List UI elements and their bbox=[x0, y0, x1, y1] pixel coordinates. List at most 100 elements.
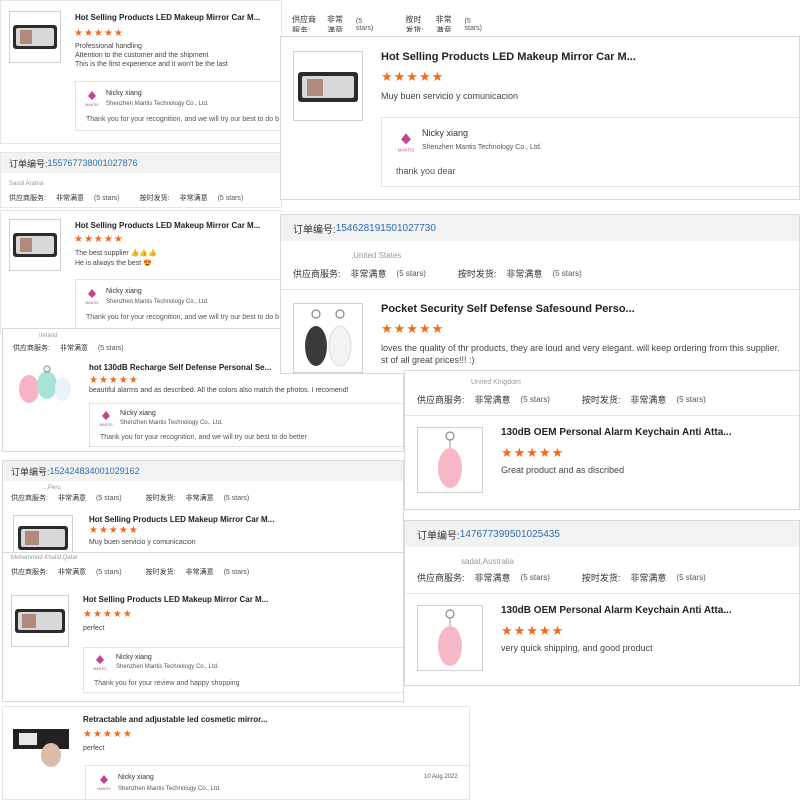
svg-text:MANTIS: MANTIS bbox=[99, 423, 113, 427]
product-title[interactable]: hot 130dB Recharge Self Defense Personal… bbox=[89, 363, 289, 372]
ship-value: 非常满意 bbox=[185, 569, 214, 576]
supplier-service-label: 供应商服务: bbox=[9, 195, 46, 202]
product-title[interactable]: 130dB OEM Personal Alarm Keychain Anti A… bbox=[501, 605, 741, 616]
review-card-b: Hot Selling Products LED Makeup Mirror C… bbox=[280, 36, 800, 200]
svg-text:MANTIS: MANTIS bbox=[85, 103, 99, 107]
makeup-mirror-icon bbox=[15, 609, 65, 633]
rating-stars: ★★★★★ bbox=[501, 623, 565, 638]
buyer-location: sadat,Australia bbox=[461, 557, 514, 566]
review-text: perfect bbox=[83, 745, 105, 752]
supplier-service-label: 供应商服务: bbox=[11, 495, 48, 502]
review-text: Great product and as discribed bbox=[501, 465, 625, 475]
seller-company: Shenzhen Mantis Technology Co., Ltd. bbox=[116, 664, 219, 670]
review-line-2: He is always the best 😍 bbox=[75, 260, 152, 267]
seller-name: Nicky xiang bbox=[422, 128, 469, 138]
supplier-service-label: 供应商服务: bbox=[292, 15, 316, 32]
seller-reply-text: Thank you for your review and happy shop… bbox=[94, 680, 240, 687]
seller-reply: MANTIS Nicky xiang Shenzhen Mantis Techn… bbox=[85, 765, 469, 799]
product-thumbnail[interactable] bbox=[293, 51, 363, 121]
seller-company: Shenzhen Mantis Technology Co., Ltd. bbox=[106, 299, 209, 305]
order-header: 订单编号: 152424834001029162 bbox=[3, 461, 403, 481]
rating-stars: ★★★★★ bbox=[74, 234, 124, 245]
supplier-service-label: 供应商服务: bbox=[293, 269, 341, 279]
ship-label: 按时发货: bbox=[145, 495, 176, 502]
product-title[interactable]: Hot Selling Products LED Makeup Mirror C… bbox=[381, 51, 641, 63]
product-thumbnail[interactable] bbox=[11, 715, 71, 771]
supplier-service-stars: (5 stars) bbox=[520, 395, 550, 404]
seller-company: Shenzhen Mantis Technology Co., Ltd. bbox=[118, 786, 221, 792]
buyer-location: ,United States bbox=[351, 251, 402, 260]
svg-text:MANTIS: MANTIS bbox=[97, 787, 111, 791]
mantis-logo-icon: MANTIS bbox=[93, 655, 107, 671]
keychain-alarm-icon bbox=[305, 309, 352, 367]
order-number-link[interactable]: 155767738001027876 bbox=[48, 158, 138, 168]
supplier-service-value: 非常满意 bbox=[326, 15, 343, 32]
product-thumbnail[interactable] bbox=[417, 427, 483, 493]
product-thumbnail[interactable] bbox=[417, 605, 483, 671]
rating-stars: ★★★★★ bbox=[83, 729, 133, 740]
product-title[interactable]: Hot Selling Products LED Makeup Mirror C… bbox=[89, 515, 299, 524]
review-text: beautiful alarms and as described. All t… bbox=[89, 387, 349, 394]
product-title[interactable]: Retractable and adjustable led cosmetic … bbox=[83, 715, 303, 724]
seller-name: Nicky xiang bbox=[106, 288, 142, 295]
seller-reply-text: Thank you for your recognition, and we w… bbox=[100, 434, 307, 441]
order-card-4: 订单编号: 147677399501025435 sadat,Australia… bbox=[404, 520, 800, 686]
ship-stars: (5 stars) bbox=[217, 194, 244, 202]
review-line-1: Professional handling bbox=[75, 43, 142, 50]
product-title[interactable]: 130dB OEM Personal Alarm Keychain Anti A… bbox=[501, 427, 741, 438]
seller-reply: MANTIS Nicky xiang Shenzhen Mantis Techn… bbox=[75, 279, 281, 329]
keychain-alarm-icon bbox=[19, 365, 71, 403]
seller-name: Nicky xiang bbox=[120, 410, 156, 417]
review-text: Muy buen servicio y comunicacion bbox=[89, 539, 196, 546]
rating-stars: ★★★★★ bbox=[501, 445, 565, 460]
product-thumbnail[interactable] bbox=[13, 361, 73, 409]
supplier-service-stars: (5 stars) bbox=[95, 568, 122, 576]
order-number-link[interactable]: 152424834001029162 bbox=[50, 466, 140, 476]
product-thumbnail[interactable] bbox=[11, 595, 69, 647]
product-thumbnail[interactable] bbox=[9, 11, 61, 63]
ship-label: 按时发货: bbox=[581, 395, 621, 405]
rating-stars: ★★★★★ bbox=[89, 375, 139, 386]
supplier-service-value: 非常满意 bbox=[474, 395, 511, 405]
ship-label: 按时发货: bbox=[139, 195, 170, 202]
mantis-logo-icon: MANTIS bbox=[85, 91, 99, 107]
svg-text:MANTIS: MANTIS bbox=[85, 301, 99, 305]
review-line-3: This is the first experience and it won'… bbox=[75, 61, 228, 68]
rating-stars: ★★★★★ bbox=[381, 69, 445, 84]
review-card-a: Hot Selling Products LED Makeup Mirror C… bbox=[0, 0, 282, 144]
seller-reply: MANTIS Nicky xiang Shenzhen Mantis Techn… bbox=[83, 647, 403, 693]
product-thumbnail[interactable] bbox=[293, 303, 363, 373]
supplier-service-value: 非常满意 bbox=[350, 269, 387, 279]
ship-value: 非常满意 bbox=[179, 195, 208, 202]
seller-reply-text: thank you dear bbox=[396, 166, 456, 176]
supplier-service-stars: (5 stars) bbox=[520, 573, 550, 582]
mantis-logo-icon: MANTIS bbox=[97, 775, 111, 791]
supplier-service-label: 供应商服务: bbox=[417, 395, 465, 405]
seller-reply: MANTIS Nicky xiang Shenzhen Mantis Techn… bbox=[75, 81, 281, 131]
order-header: 订单编号: 155767738001027876 bbox=[1, 153, 281, 173]
review-text: Muy buen servicio y comunicacion bbox=[381, 91, 519, 101]
svg-text:MANTIS: MANTIS bbox=[398, 148, 414, 153]
review-line-1: loves the quality of thr products, they … bbox=[381, 343, 780, 353]
product-thumbnail[interactable] bbox=[9, 219, 61, 271]
order-label: 订单编号: bbox=[9, 158, 48, 169]
makeup-mirror-icon bbox=[13, 729, 69, 767]
product-title[interactable]: Hot Selling Products LED Makeup Mirror C… bbox=[83, 595, 293, 604]
supplier-service-stars: (5 stars) bbox=[396, 269, 426, 278]
product-title[interactable]: Pocket Security Self Defense Safesound P… bbox=[381, 303, 641, 315]
order-number-link[interactable]: 147677399501025435 bbox=[460, 529, 560, 540]
mantis-logo-icon: MANTIS bbox=[85, 289, 99, 305]
review-line-2: st of all great prices!!! :) bbox=[381, 355, 475, 365]
buyer-location: United Kingdom bbox=[471, 379, 521, 386]
order-number-link[interactable]: 154628191501027730 bbox=[336, 223, 436, 234]
ship-stars: (5 stars) bbox=[223, 494, 250, 502]
review-card-i: Mohammed Khalid,Qatar 供应商服务: 非常满意 (5 sta… bbox=[2, 552, 404, 702]
review-text: perfect bbox=[83, 625, 105, 632]
product-title[interactable]: Hot Selling Products LED Makeup Mirror C… bbox=[75, 221, 275, 230]
rating-stars: ★★★★★ bbox=[89, 525, 139, 536]
seller-reply: MANTIS Nicky xiang Shenzhen Mantis Techn… bbox=[381, 117, 799, 187]
product-title[interactable]: Hot Selling Products LED Makeup Mirror C… bbox=[75, 13, 275, 22]
rating-stars: ★★★★★ bbox=[74, 28, 124, 39]
seller-name: Nicky xiang bbox=[116, 654, 152, 661]
seller-company: Shenzhen Mantis Technology Co., Ltd. bbox=[422, 144, 542, 151]
